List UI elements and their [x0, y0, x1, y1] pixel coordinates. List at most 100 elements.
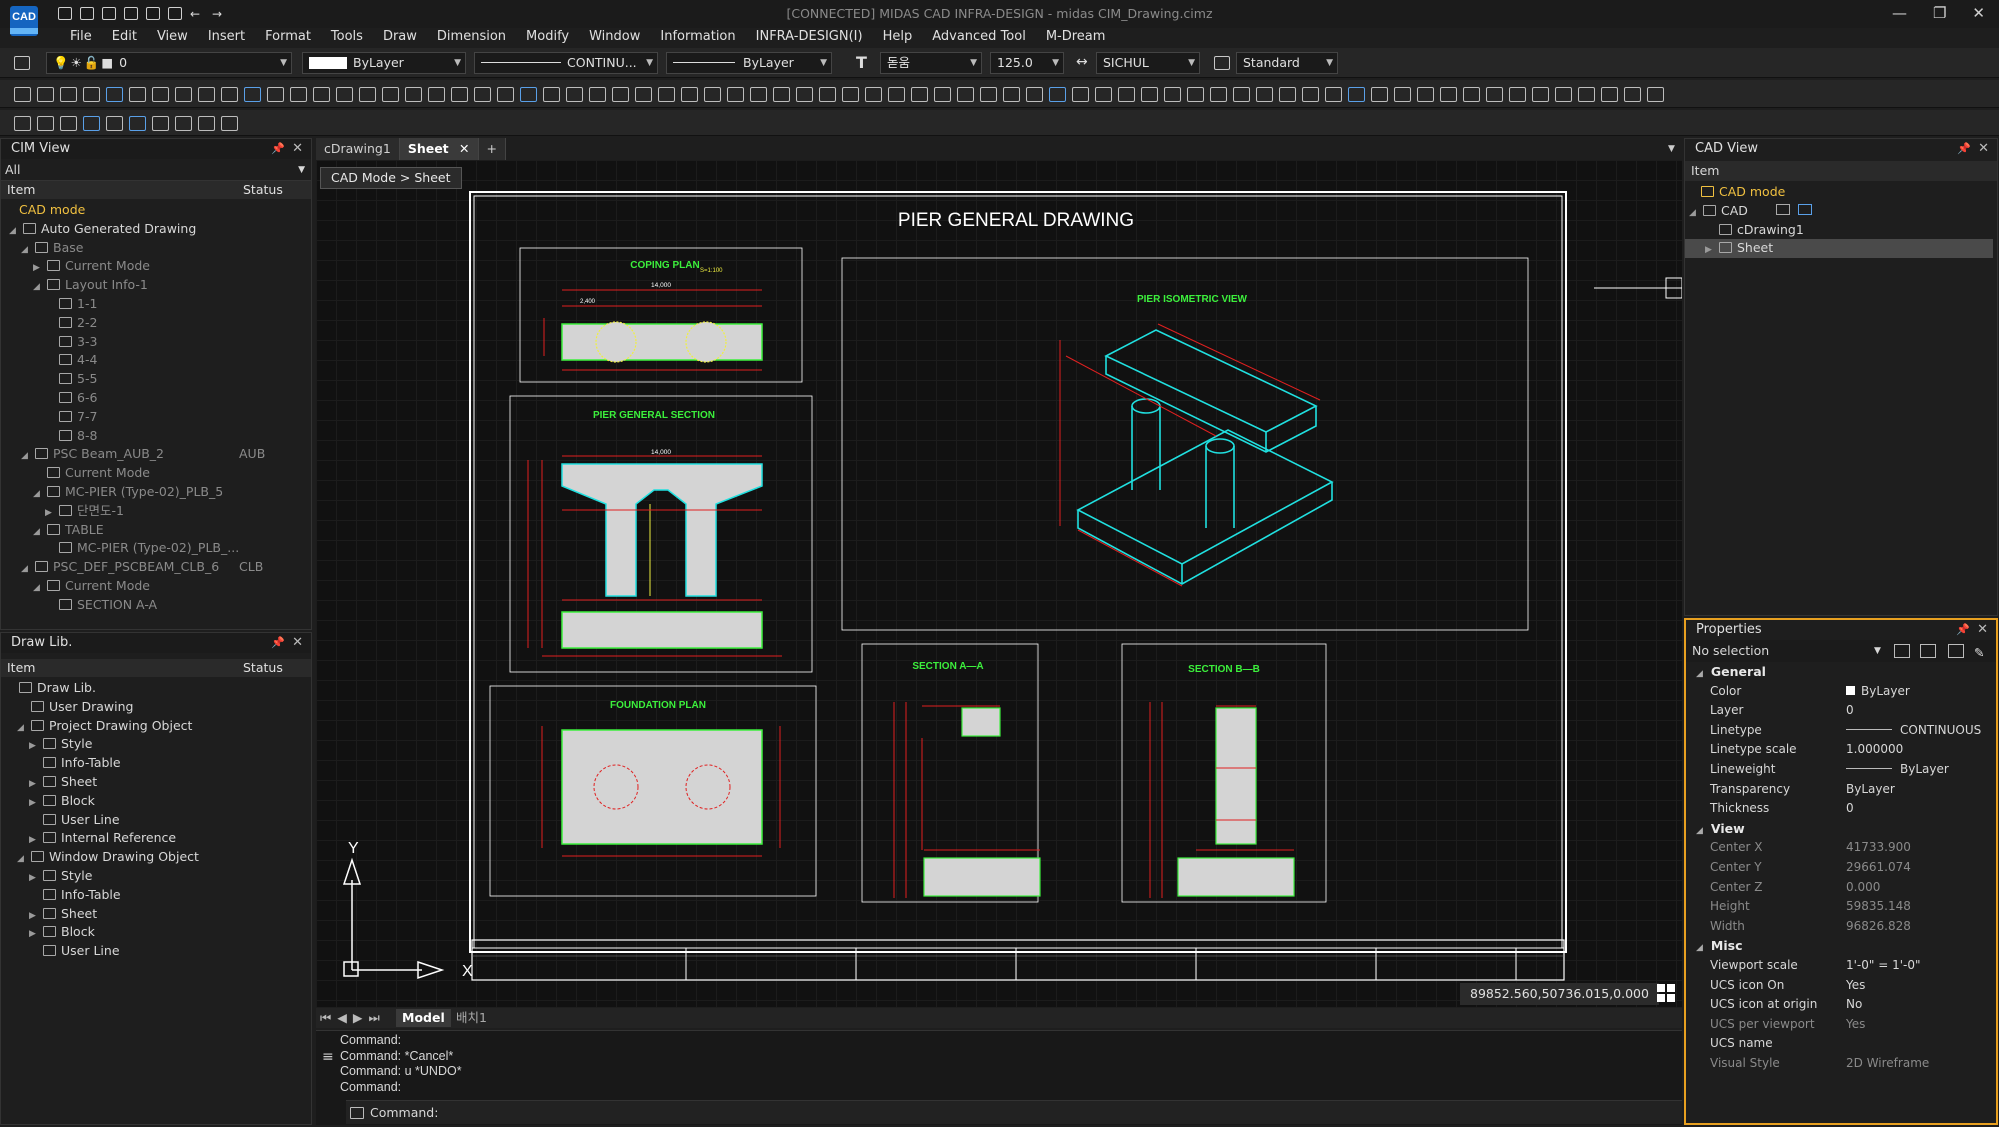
- draw-lib-tree-item[interactable]: ▶ Sheet: [1, 905, 311, 924]
- tool-icon[interactable]: [1072, 86, 1089, 102]
- cim-tree-item[interactable]: CAD mode: [1, 201, 311, 220]
- tool-icon[interactable]: [129, 86, 146, 102]
- text-style-icon[interactable]: T: [856, 53, 867, 72]
- tool-icon[interactable]: [1601, 86, 1618, 102]
- minimize-button[interactable]: —: [1892, 4, 1907, 22]
- property-row[interactable]: UCS name: [1686, 1034, 1996, 1054]
- draw-lib-tree-item[interactable]: ▶ Style: [1, 867, 311, 886]
- draw-lib-tree-item[interactable]: Draw Lib.: [1, 679, 311, 698]
- draw-lib-tree-item[interactable]: ◢ Project Drawing Object: [1, 717, 311, 736]
- cim-tree-item[interactable]: ◢ Layout Info-1: [1, 276, 311, 295]
- selection-select[interactable]: No selection ▼ ✎: [1686, 640, 1996, 662]
- tool-icon[interactable]: [1325, 86, 1342, 102]
- tool-icon[interactable]: [198, 86, 215, 102]
- tool-icon[interactable]: [1233, 86, 1250, 102]
- tool-icon[interactable]: [37, 86, 54, 102]
- tool-icon[interactable]: [14, 115, 31, 131]
- tool-icon[interactable]: [83, 86, 100, 102]
- draw-lib-tree-item[interactable]: ▶ Block: [1, 792, 311, 811]
- command-menu-icon[interactable]: ≡: [322, 1049, 334, 1065]
- tool-icon[interactable]: [152, 115, 169, 131]
- tool-icon[interactable]: [382, 86, 399, 102]
- property-value[interactable]: ByLayer: [1846, 760, 1949, 780]
- tool-icon[interactable]: [658, 86, 675, 102]
- tool-icon[interactable]: [566, 86, 583, 102]
- tool-icon[interactable]: [1164, 86, 1181, 102]
- tool-icon[interactable]: [14, 86, 31, 102]
- draw-lib-tree-item[interactable]: User Line: [1, 942, 311, 961]
- tool-icon[interactable]: [1509, 86, 1526, 102]
- property-value[interactable]: 2D Wireframe: [1846, 1054, 1929, 1074]
- pin-icon[interactable]: 📌: [1957, 139, 1971, 159]
- tool-icon[interactable]: [290, 86, 307, 102]
- tool-icon[interactable]: [1417, 86, 1434, 102]
- color-combo[interactable]: ByLayer ▼: [302, 52, 466, 74]
- drawing-canvas[interactable]: PIER GENERAL DRAWING COPING PLAN S=1:100…: [316, 160, 1682, 1007]
- menu-view[interactable]: View: [147, 27, 198, 47]
- tool-icon[interactable]: [773, 86, 790, 102]
- tool-icon[interactable]: [175, 86, 192, 102]
- tool-icon[interactable]: [359, 86, 376, 102]
- cim-tree-item[interactable]: ◢ TABLE: [1, 521, 311, 540]
- property-value[interactable]: Yes: [1846, 976, 1865, 996]
- close-icon[interactable]: ✕: [1977, 620, 1988, 640]
- tool-icon[interactable]: [520, 86, 537, 102]
- tool-icon[interactable]: [336, 86, 353, 102]
- tab-layout1[interactable]: 배치1: [456, 1009, 487, 1027]
- cim-tree-item[interactable]: 8-8: [1, 427, 311, 446]
- tab-cdrawing1[interactable]: cDrawing1: [316, 138, 400, 160]
- tool-icon[interactable]: [106, 86, 123, 102]
- draw-lib-tree-item[interactable]: Info-Table: [1, 754, 311, 773]
- property-row[interactable]: Width 96826.828: [1686, 917, 1996, 937]
- tree-item-cdrawing1[interactable]: cDrawing1: [1685, 221, 1997, 240]
- text-height-combo[interactable]: 125.0 ▼: [990, 52, 1064, 74]
- tool-icon[interactable]: [221, 86, 238, 102]
- cim-tree-item[interactable]: ◢ Auto Generated Drawing: [1, 220, 311, 239]
- property-value[interactable]: 1.000000: [1846, 740, 1903, 760]
- cim-tree-item[interactable]: 6-6: [1, 389, 311, 408]
- tool-icon[interactable]: [60, 115, 77, 131]
- property-value[interactable]: 29661.074: [1846, 858, 1911, 878]
- tool-icon[interactable]: [83, 115, 100, 131]
- menu-format[interactable]: Format: [255, 27, 321, 47]
- draw-lib-tree-item[interactable]: User Line: [1, 811, 311, 830]
- menu-edit[interactable]: Edit: [102, 27, 147, 47]
- menu-help[interactable]: Help: [873, 27, 923, 47]
- tool-icon[interactable]: [589, 86, 606, 102]
- cim-tree-item[interactable]: 5-5: [1, 370, 311, 389]
- quick-select-icon[interactable]: [1920, 644, 1936, 658]
- property-row[interactable]: Center X 41733.900: [1686, 838, 1996, 858]
- menu-advanced-tool[interactable]: Advanced Tool: [922, 27, 1036, 47]
- tool-icon[interactable]: [451, 86, 468, 102]
- tool-icon[interactable]: [934, 86, 951, 102]
- tool-icon[interactable]: [37, 115, 54, 131]
- property-value[interactable]: 96826.828: [1846, 917, 1911, 937]
- menu-information[interactable]: Information: [650, 27, 745, 47]
- property-row[interactable]: Transparency ByLayer: [1686, 780, 1996, 800]
- tool-icon[interactable]: [1210, 86, 1227, 102]
- cim-tree-item[interactable]: ▶ Current Mode: [1, 257, 311, 276]
- table-style-combo[interactable]: Standard ▼: [1236, 52, 1338, 74]
- tool-icon[interactable]: [1394, 86, 1411, 102]
- tool-icon[interactable]: [1279, 86, 1296, 102]
- restore-button[interactable]: ❐: [1933, 4, 1946, 22]
- property-row[interactable]: Height 59835.148: [1686, 897, 1996, 917]
- tree-item-cad-mode[interactable]: CAD mode: [1685, 183, 1997, 202]
- tool-icon[interactable]: [681, 86, 698, 102]
- cim-tree-item[interactable]: 3-3: [1, 333, 311, 352]
- tool-icon[interactable]: [888, 86, 905, 102]
- tool-icon[interactable]: [750, 86, 767, 102]
- table-style-icon[interactable]: [1214, 56, 1230, 70]
- draw-lib-tree-item[interactable]: ▶ Internal Reference: [1, 829, 311, 848]
- tool-icon[interactable]: [727, 86, 744, 102]
- text-style-combo[interactable]: 돋움 ▼: [880, 52, 982, 74]
- property-row[interactable]: UCS icon at origin No: [1686, 995, 1996, 1015]
- tool-icon[interactable]: [152, 86, 169, 102]
- close-window-button[interactable]: ✕: [1972, 4, 1985, 22]
- property-row[interactable]: UCS icon On Yes: [1686, 976, 1996, 996]
- tab-model[interactable]: Model: [396, 1009, 451, 1027]
- close-tab-icon[interactable]: ✕: [459, 141, 469, 156]
- cim-tree-item[interactable]: Current Mode: [1, 464, 311, 483]
- tool-icon[interactable]: [980, 86, 997, 102]
- property-row[interactable]: Color ByLayer: [1686, 682, 1996, 702]
